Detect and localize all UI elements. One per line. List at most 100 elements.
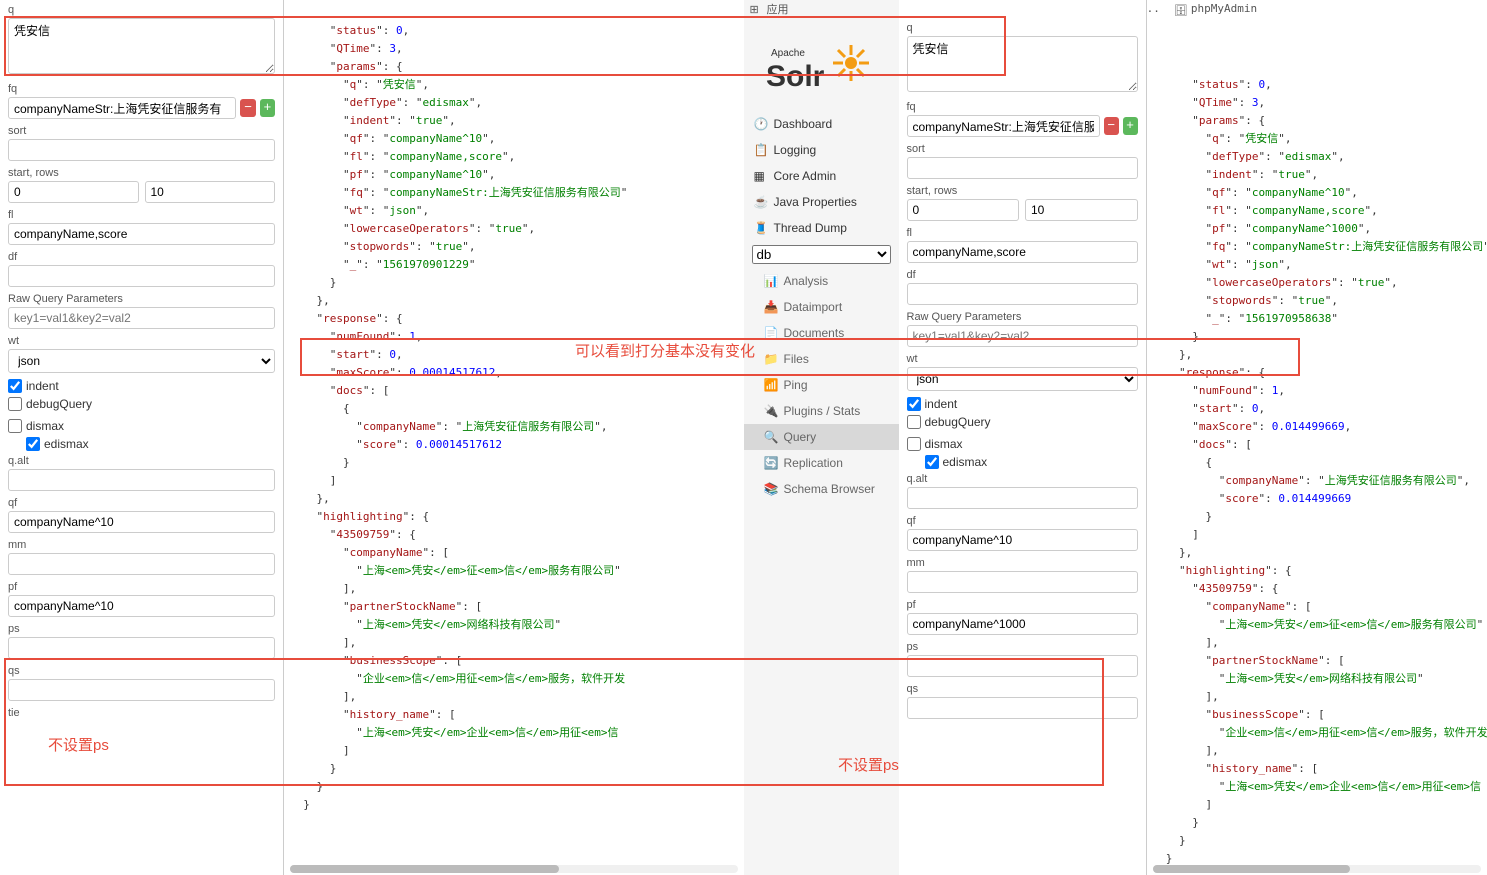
nav-ping[interactable]: 📶Ping (744, 372, 899, 398)
q-label: q (8, 4, 275, 16)
ps-input[interactable] (8, 637, 275, 659)
nav-query[interactable]: 🔍Query (744, 424, 899, 450)
edismax-label: edismax (44, 437, 89, 451)
debugquery-label: debugQuery (26, 397, 92, 411)
core-select[interactable]: db (752, 245, 891, 264)
bookmark-apps[interactable]: ⊞应用 (750, 1, 789, 17)
mm-input-r[interactable] (907, 571, 1138, 593)
fq-add-button[interactable]: + (260, 99, 275, 117)
bookmarks-bar-r: 💧水滴信用-企业查询... 📄全国医疗机构查询 📃pm.test.pingans… (1147, 0, 1347, 18)
fl-input[interactable] (8, 223, 275, 245)
nav-files[interactable]: 📁Files (744, 346, 899, 372)
startrows-label-r: start, rows (907, 185, 1138, 197)
dismax-label-r: dismax (925, 437, 963, 451)
indent-checkbox[interactable] (8, 379, 22, 393)
wt-label-r: wt (907, 353, 1138, 365)
mm-label-r: mm (907, 557, 1138, 569)
sort-input[interactable] (8, 139, 275, 161)
qalt-input-r[interactable] (907, 487, 1138, 509)
tie-label: tie (8, 707, 275, 719)
df-label: df (8, 251, 275, 263)
ps-input-r[interactable] (907, 655, 1138, 677)
replication-icon: 🔄 (764, 456, 778, 470)
ps-label: ps (8, 623, 275, 635)
rqp-label-r: Raw Query Parameters (907, 311, 1138, 323)
ping-icon: 📶 (764, 378, 778, 392)
dismax-checkbox-r[interactable] (907, 437, 921, 451)
rqp-label: Raw Query Parameters (8, 293, 275, 305)
fq-input[interactable] (8, 97, 236, 119)
dismax-checkbox[interactable] (8, 419, 22, 433)
nav-analysis[interactable]: 📊Analysis (744, 268, 899, 294)
bookmarks-bar: ⊞应用 (744, 0, 899, 18)
indent-checkbox-r[interactable] (907, 397, 921, 411)
start-input[interactable] (8, 181, 139, 203)
svg-text:Apache: Apache (771, 48, 805, 59)
fl-input-r[interactable] (907, 241, 1138, 263)
dataimport-icon: 📥 (764, 300, 778, 314)
schema-icon: 📚 (764, 482, 778, 496)
nav-javaprops[interactable]: ☕Java Properties (744, 189, 899, 215)
q-input[interactable]: 凭安信 (8, 18, 275, 74)
pf-input[interactable] (8, 595, 275, 617)
wt-select-r[interactable]: json (907, 367, 1138, 391)
java-icon: ☕ (754, 195, 768, 209)
pf-input-r[interactable] (907, 613, 1138, 635)
scrollbar-horizontal[interactable] (290, 865, 738, 873)
thread-icon: 🧵 (754, 221, 768, 235)
qf-input-r[interactable] (907, 529, 1138, 551)
sort-label: sort (8, 125, 275, 137)
annotation-no-ps-left: 不设置ps (48, 734, 109, 755)
df-input[interactable] (8, 265, 275, 287)
rqp-input[interactable] (8, 307, 275, 329)
edismax-checkbox-r[interactable] (925, 455, 939, 469)
sort-label-r: sort (907, 143, 1138, 155)
qalt-input[interactable] (8, 469, 275, 491)
nav-schema[interactable]: 📚Schema Browser (744, 476, 899, 502)
rows-input[interactable] (145, 181, 276, 203)
q-input-r[interactable]: 凭安信 (907, 36, 1138, 92)
rows-input-r[interactable] (1025, 199, 1138, 221)
fq-remove-button[interactable]: − (240, 99, 255, 117)
qs-label: qs (8, 665, 275, 677)
nav-dashboard[interactable]: 🕐Dashboard (744, 111, 899, 137)
json-response-right: 💧水滴信用-企业查询... 📄全国医疗机构查询 📃pm.test.pingans… (1147, 0, 1487, 875)
db-icon: 🗄 (1174, 2, 1188, 16)
df-input-r[interactable] (907, 283, 1138, 305)
debugquery-checkbox[interactable] (8, 397, 22, 411)
nav-dataimport[interactable]: 📥Dataimport (744, 294, 899, 320)
fq-input-r[interactable] (907, 115, 1100, 137)
mm-input[interactable] (8, 553, 275, 575)
debugquery-checkbox-r[interactable] (907, 415, 921, 429)
nav-replication[interactable]: 🔄Replication (744, 450, 899, 476)
nav-threaddump[interactable]: 🧵Thread Dump (744, 215, 899, 241)
edismax-checkbox[interactable] (26, 437, 40, 451)
fq-add-button-r[interactable]: + (1123, 117, 1138, 135)
startrows-label: start, rows (8, 167, 275, 179)
nav-logging[interactable]: 📋Logging (744, 137, 899, 163)
qs-input[interactable] (8, 679, 275, 701)
mm-label: mm (8, 539, 275, 551)
fq-label: fq (8, 83, 275, 95)
nav-documents[interactable]: 📄Documents (744, 320, 899, 346)
fq-label-r: fq (907, 101, 1138, 113)
bookmark-b3[interactable]: 📃pm.test.pinganse... (1147, 0, 1160, 18)
coreadmin-icon: ▦ (754, 169, 768, 183)
nav-plugins[interactable]: 🔌Plugins / Stats (744, 398, 899, 424)
dashboard-icon: 🕐 (754, 117, 768, 131)
rqp-input-r[interactable] (907, 325, 1138, 347)
bookmark-b4[interactable]: 🗄phpMyAdmin (1174, 0, 1257, 18)
wt-select[interactable]: json (8, 349, 275, 373)
grid-icon: ⊞ (750, 3, 764, 17)
annotation-no-ps-right: 不设置ps (838, 754, 899, 775)
start-input-r[interactable] (907, 199, 1020, 221)
scrollbar-horizontal-r[interactable] (1153, 865, 1482, 873)
wt-label: wt (8, 335, 275, 347)
qf-input[interactable] (8, 511, 275, 533)
debugquery-label-r: debugQuery (925, 415, 991, 429)
nav-coreadmin[interactable]: ▦Core Admin (744, 163, 899, 189)
solr-logo: Apache Solr (744, 18, 899, 111)
fq-remove-button-r[interactable]: − (1104, 117, 1119, 135)
qs-input-r[interactable] (907, 697, 1138, 719)
sort-input-r[interactable] (907, 157, 1138, 179)
